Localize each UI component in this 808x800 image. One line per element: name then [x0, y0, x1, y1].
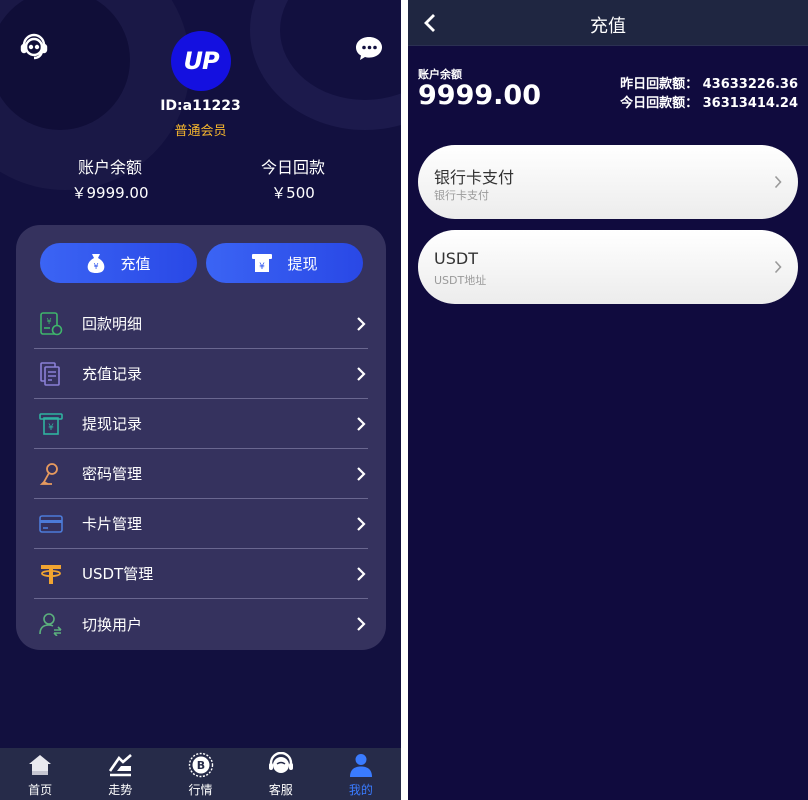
tab-label: 我的	[348, 783, 373, 797]
chevron-right-icon	[357, 567, 366, 581]
chevron-right-icon	[357, 467, 366, 481]
tab-label: 客服	[268, 783, 293, 797]
svg-text:B: B	[196, 759, 204, 772]
bank-card-payment-option[interactable]: 银行卡支付 银行卡支付	[418, 145, 798, 219]
menu-item-refund-detail[interactable]: ¥ 回款明细	[34, 299, 368, 349]
chevron-right-icon	[357, 517, 366, 531]
payment-title: 银行卡支付	[434, 168, 515, 187]
menu-item-password[interactable]: 密码管理	[34, 449, 368, 499]
menu-item-label: USDT管理	[82, 565, 154, 583]
tab-label: 行情	[188, 783, 213, 797]
chevron-right-icon	[357, 417, 366, 431]
money-bag-icon: ¥	[88, 254, 105, 273]
chevron-right-icon	[357, 367, 366, 381]
balance-label: 账户余额	[77, 158, 142, 177]
recharge-record-icon	[38, 361, 64, 387]
withdraw-button[interactable]: ¥ 提现	[206, 243, 363, 283]
svg-text:¥: ¥	[94, 262, 99, 271]
headset-icon	[268, 752, 293, 773]
chevron-right-icon	[774, 260, 782, 274]
withdraw-label: 提现	[287, 254, 318, 273]
home-icon	[29, 755, 52, 775]
customer-support-icon[interactable]	[18, 32, 50, 64]
today-refund: 今日回款额： 36313414.24	[620, 96, 798, 111]
user-icon	[349, 754, 372, 777]
bottom-tab-bar: 首页 走势 B 行情 客服 我的	[0, 748, 401, 800]
today-refund-label: 今日回款	[260, 158, 325, 177]
withdraw-record-icon: ¥	[38, 411, 64, 437]
tab-label: 走势	[108, 783, 133, 797]
recharge-screen: 充值 账户余额 9999.00 昨日回款额： 43633226.36 今日回款额…	[408, 0, 808, 800]
menu-item-switch-user[interactable]: 切换用户	[34, 599, 368, 649]
menu-item-usdt[interactable]: USDT管理	[34, 549, 368, 599]
recharge-label: 充值	[120, 254, 151, 273]
menu-item-label: 卡片管理	[82, 515, 143, 533]
atm-icon: ¥	[252, 254, 273, 272]
menu-item-label: 提现记录	[82, 415, 143, 433]
user-id: ID:a11223	[160, 98, 241, 114]
chevron-right-icon	[357, 617, 366, 631]
menu-item-label: 充值记录	[82, 365, 143, 383]
menu-item-label: 切换用户	[82, 615, 143, 634]
avatar: UP	[171, 31, 231, 91]
logo-text: UP	[183, 47, 219, 75]
menu-list: ¥ 回款明细 充值记录 ¥ 提现记录 密码管理 卡片管理 USDT管理 切换用户	[34, 299, 368, 649]
member-level-badge: 普通会员	[174, 124, 227, 139]
yesterday-refund: 昨日回款额： 43633226.36	[620, 77, 798, 92]
tab-label: 首页	[28, 783, 53, 797]
svg-text:¥: ¥	[46, 317, 51, 326]
balance-value: 9999.00	[418, 80, 541, 111]
tab-mine[interactable]: 我的	[321, 748, 401, 800]
menu-item-withdraw-record[interactable]: ¥ 提现记录	[34, 399, 368, 449]
chevron-right-icon	[774, 175, 782, 189]
menu-item-recharge-record[interactable]: 充值记录	[34, 349, 368, 399]
menu-item-card[interactable]: 卡片管理	[34, 499, 368, 549]
menu-item-label: 密码管理	[82, 465, 143, 483]
svg-text:¥: ¥	[260, 262, 266, 272]
tab-trend[interactable]: 走势	[80, 748, 160, 800]
tab-home[interactable]: 首页	[0, 748, 80, 800]
payment-subtitle: 银行卡支付	[434, 189, 489, 202]
today-refund-stat: 今日回款 ￥500	[213, 154, 373, 203]
recharge-button[interactable]: ¥ 充值	[40, 243, 197, 283]
menu-item-label: 回款明细	[82, 315, 143, 333]
card-icon	[38, 511, 64, 537]
refund-detail-icon: ¥	[38, 311, 64, 337]
payment-subtitle: USDT地址	[434, 274, 487, 287]
usdt-payment-option[interactable]: USDT USDT地址	[418, 230, 798, 304]
payment-title: USDT	[434, 249, 478, 268]
balance-stat: 账户余额 ￥9999.00	[30, 154, 190, 203]
tab-market[interactable]: B 行情	[160, 748, 240, 800]
trend-icon	[109, 754, 133, 777]
tether-icon	[38, 561, 64, 587]
profile-screen: UP ID:a11223 普通会员 账户余额 ￥9999.00 今日回款 ￥50…	[0, 0, 401, 800]
menu-card: ¥ 充值 ¥ 提现 ¥ 回款明细 充值记录 ¥ 提现记录 密码管理 卡片管理 U…	[16, 225, 386, 650]
chat-bubble-icon[interactable]	[353, 32, 385, 64]
page-title: 充值	[590, 16, 626, 37]
key-icon	[38, 461, 64, 487]
balance-value: ￥9999.00	[71, 184, 149, 202]
tab-service[interactable]: 客服	[241, 748, 321, 800]
chevron-right-icon	[357, 317, 366, 331]
nav-bar: 充值	[408, 0, 808, 46]
switch-user-icon	[38, 611, 64, 637]
today-refund-value: ￥500	[271, 184, 315, 202]
svg-text:¥: ¥	[48, 423, 54, 433]
bitcoin-icon: B	[188, 752, 213, 778]
